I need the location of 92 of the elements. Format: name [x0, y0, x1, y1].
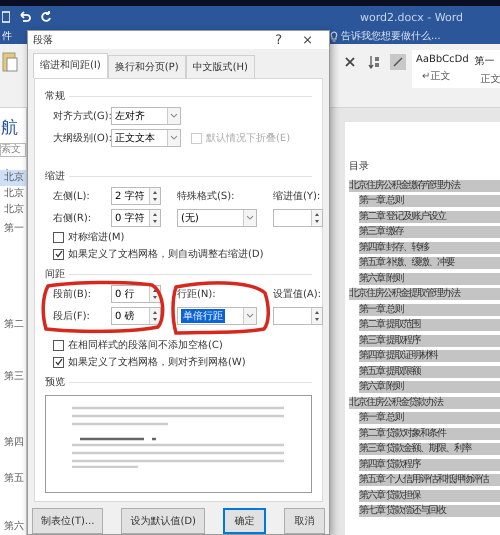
field-label: 缩进值(Y):: [273, 190, 322, 203]
toc-entry[interactable]: 第二章 登记及账户设立: [359, 210, 500, 222]
spin-arrows-icon[interactable]: [149, 210, 160, 226]
navigation-item[interactable]: 第五: [0, 471, 26, 487]
close-button[interactable]: ×: [292, 32, 323, 48]
checkbox[interactable]: [53, 232, 64, 242]
toc-entry[interactable]: 第七章 贷款偿还与回收: [359, 505, 500, 517]
field-label: 设置值(A):: [273, 288, 322, 301]
navigation-item[interactable]: 第六: [0, 519, 26, 535]
dialog-button[interactable]: 取消: [284, 508, 325, 534]
line-spacing-dropdown[interactable]: 单倍行距: [177, 307, 257, 325]
navigation-item[interactable]: 第二: [0, 317, 26, 333]
spin-arrows-icon[interactable]: [149, 188, 160, 204]
section-heading: 预览: [45, 376, 65, 389]
toc-entry[interactable]: 北京住房公积金缴存管理办法: [349, 180, 500, 192]
checkbox[interactable]: [53, 356, 64, 368]
navigation-item[interactable]: 第四: [0, 435, 26, 451]
redo-icon[interactable]: [40, 11, 52, 23]
toc-entry[interactable]: 第二章 贷款对象和条件: [359, 428, 500, 440]
checkbox-label: 在相同样式的段落间不添加空格(C): [68, 338, 223, 352]
field-label: 段后(F):: [53, 310, 91, 323]
section-heading: 常规: [45, 90, 65, 103]
sort-icon[interactable]: [368, 55, 380, 69]
toc-entry[interactable]: 第四章 提取证明材料: [359, 350, 500, 362]
field-label: 大纲级别(O):: [53, 132, 111, 145]
toc-entry[interactable]: 第三章 提取程序: [359, 334, 500, 346]
pane-title: 航: [0, 117, 19, 139]
outline-dropdown[interactable]: 正文文本: [111, 129, 181, 147]
field-label: 左侧(L):: [53, 190, 91, 203]
field-label: 行距(N):: [177, 288, 217, 301]
special-dropdown[interactable]: (无): [177, 209, 257, 227]
field-label: 右侧(R):: [53, 212, 92, 225]
navigation-item[interactable]: 第三: [0, 369, 26, 385]
toc-entry[interactable]: 第四章 贷款程序: [359, 458, 500, 470]
dialog-tab[interactable]: 换行和分页(P): [108, 55, 186, 78]
toc-entry[interactable]: 第六章 贷款担保: [359, 490, 500, 502]
toc-entry[interactable]: 第一章 总则: [359, 412, 500, 424]
toc-entry[interactable]: 北京住房公积金提取管理办法: [349, 288, 500, 300]
field-label: 特殊格式(S):: [177, 190, 236, 203]
toc-entry[interactable]: 第六章 附则: [359, 381, 500, 393]
navigation-item[interactable]: 第一: [0, 221, 26, 237]
checkbox-label: 默认情况下折叠(E): [206, 132, 290, 145]
toc-entry[interactable]: 第五章 补缴、缓缴、冲要: [359, 257, 500, 269]
window-title: word2.docx - Word: [360, 10, 464, 24]
spin-arrows-icon[interactable]: [311, 210, 322, 226]
field-label: 对齐方式(G):: [53, 110, 111, 123]
alignment-dropdown[interactable]: 左对齐: [111, 107, 181, 125]
lightbulb-icon: [330, 30, 338, 42]
toc-entry[interactable]: 第六章 附则: [359, 272, 500, 284]
search-field[interactable]: 索文: [0, 143, 26, 157]
toc-entry[interactable]: 第三章 缴存: [359, 226, 500, 238]
navigation-item[interactable]: 北京: [0, 202, 26, 218]
toc-entry[interactable]: 第四章 封存、转移: [359, 242, 500, 254]
right-indent-spinner[interactable]: 0 字符: [111, 209, 161, 227]
toc-entry[interactable]: 第三章 贷款金额、期限、利率: [359, 443, 500, 455]
checkbox[interactable]: [53, 248, 64, 260]
toc-entry[interactable]: 第五章 个人信用评估和抵押物评估: [359, 474, 500, 486]
checkbox-label: 如果定义了文档网格，则自动调整右缩进(D): [68, 248, 264, 261]
field-label: 段前(B):: [53, 288, 92, 301]
toc-entry[interactable]: 第一章 总则: [359, 195, 500, 207]
space-after-spinner[interactable]: 0 磅: [111, 307, 161, 325]
left-indent-spinner[interactable]: 2 字符: [111, 187, 161, 205]
help-button[interactable]: ?: [265, 32, 292, 48]
spin-arrows-icon[interactable]: [149, 308, 160, 324]
paste-icon[interactable]: [2, 50, 18, 74]
style-option[interactable]: 第一 正文: [474, 54, 500, 88]
checkbox-label: 对称缩进(M): [68, 230, 124, 244]
checkbox[interactable]: [53, 340, 64, 350]
navigation-item[interactable]: 北京: [0, 170, 26, 186]
space-before-spinner[interactable]: 0 行: [111, 285, 161, 303]
ribbon-tab[interactable]: 件: [0, 29, 12, 43]
paragraph-mark-icon[interactable]: [390, 54, 406, 70]
save-icon[interactable]: [2, 11, 10, 23]
dialog-tab[interactable]: 缩进和间距(I): [33, 53, 108, 78]
style-option[interactable]: AaBbCcDd ↵正文: [416, 54, 469, 88]
dialog-title: 段落: [33, 34, 53, 47]
tell-me-search[interactable]: 告诉我您想要做什么...: [330, 29, 441, 43]
dialog-button[interactable]: 制表位(T)...: [32, 508, 104, 534]
dialog-tab[interactable]: 中文版式(H): [186, 55, 255, 78]
toc-entry[interactable]: 北京住房公积金贷款办法: [349, 396, 500, 408]
undo-icon[interactable]: [18, 11, 32, 23]
toc-entry[interactable]: 第一章 总则: [359, 304, 500, 316]
navigation-item[interactable]: 北京: [0, 186, 26, 202]
toc-entry[interactable]: 第五章 提取限额: [359, 366, 500, 378]
spin-arrows-icon[interactable]: [311, 308, 322, 324]
dialog-button[interactable]: 确定: [222, 508, 266, 534]
dialog-button[interactable]: 设为默认值(D): [121, 508, 205, 534]
toc-entry[interactable]: 第二章 提取范围: [359, 319, 500, 331]
checkbox-label: 如果定义了文档网格，则对齐到网格(W): [68, 356, 246, 369]
section-heading: 缩进: [45, 170, 65, 183]
section-heading: 间距: [45, 268, 65, 281]
toc-heading: 目录: [349, 160, 370, 174]
